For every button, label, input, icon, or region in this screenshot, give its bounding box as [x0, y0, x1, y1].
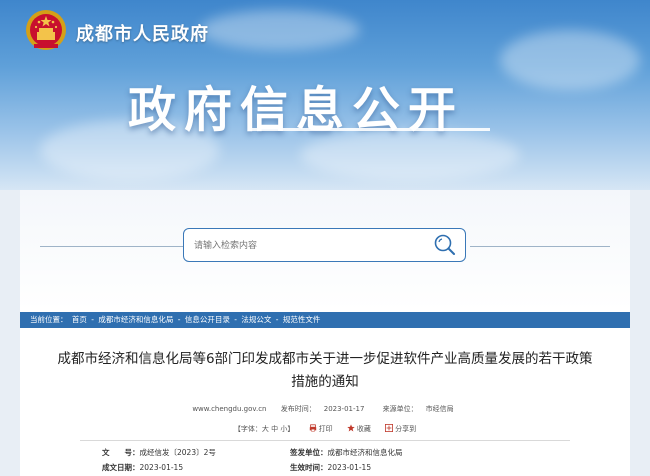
article-title-line1: 成都市经济和信息化局等6部门印发成都市关于进一步促进软件产业高质量发展的若干政策	[57, 351, 593, 367]
breadcrumb-item-regulations[interactable]: 法规公文	[241, 315, 271, 324]
favorite-label: 收藏	[356, 425, 371, 433]
doc-number: 文 号：成经信发〔2023〕2号	[102, 447, 216, 458]
divider	[80, 440, 570, 441]
doc-date-label: 成文日期：	[102, 463, 140, 472]
effective-date: 生效时间：2023-01-15	[290, 462, 371, 473]
article-tools: 【字体：大 中 小】 打印 收藏 分享到	[20, 424, 630, 434]
print-label: 打印	[318, 425, 333, 433]
search-input[interactable]	[192, 235, 426, 257]
search-area	[20, 190, 630, 310]
printer-icon	[309, 424, 316, 432]
breadcrumb: 当前位置： 首页 - 成都市经济和信息化局 - 信息公开目录 - 法规公文 - …	[20, 312, 630, 328]
breadcrumb-separator: -	[91, 315, 97, 324]
breadcrumb-prefix: 当前位置：	[30, 315, 68, 324]
star-icon	[347, 424, 355, 432]
meta-site: www.chengdu.gov.cn	[192, 405, 267, 413]
meta-publish-date: 2023-01-17	[323, 405, 365, 413]
favorite-button[interactable]: 收藏	[347, 424, 371, 434]
breadcrumb-separator: -	[234, 315, 240, 324]
search-icon[interactable]	[432, 232, 458, 258]
issuer-value: 成都市经济和信息化局	[327, 448, 403, 457]
meta-source: 市经信局	[425, 405, 454, 413]
header-banner: 成都市人民政府 政府信息公开	[0, 0, 650, 190]
doc-number-label: 文 号：	[102, 448, 140, 457]
search-divider-right	[470, 246, 610, 247]
article-meta: www.chengdu.gov.cn 发布时间： 2023-01-17 来源单位：…	[20, 404, 630, 414]
doc-date: 成文日期：2023-01-15	[102, 462, 183, 473]
issuer: 签发单位：成都市经济和信息化局	[290, 447, 403, 458]
article-title-line2: 措施的通知	[291, 374, 359, 390]
banner-underline	[252, 128, 490, 131]
breadcrumb-separator: -	[177, 315, 183, 324]
search-box	[183, 228, 466, 262]
site-title[interactable]: 成都市人民政府	[76, 20, 209, 46]
issuer-label: 签发单位：	[290, 448, 328, 457]
breadcrumb-item-bureau[interactable]: 成都市经济和信息化局	[98, 315, 173, 324]
effective-date-label: 生效时间：	[290, 463, 328, 472]
breadcrumb-separator: -	[275, 315, 281, 324]
print-button[interactable]: 打印	[309, 424, 333, 434]
share-button[interactable]: 分享到	[385, 424, 416, 434]
effective-date-value: 2023-01-15	[327, 463, 372, 472]
breadcrumb-item-catalog[interactable]: 信息公开目录	[185, 315, 230, 324]
doc-number-value: 成经信发〔2023〕2号	[139, 448, 216, 457]
doc-date-value: 2023-01-15	[139, 463, 184, 472]
article-title: 成都市经济和信息化局等6部门印发成都市关于进一步促进软件产业高质量发展的若干政策…	[40, 348, 610, 394]
national-emblem-icon[interactable]	[24, 8, 68, 52]
share-label: 分享到	[395, 425, 417, 433]
share-icon	[385, 424, 394, 432]
search-divider-left	[40, 246, 202, 247]
meta-publish-label: 发布时间：	[280, 405, 316, 413]
breadcrumb-item-normative[interactable]: 规范性文件	[283, 315, 321, 324]
font-size-selector[interactable]: 【字体：大 中 小】	[234, 424, 294, 434]
meta-source-label: 来源单位：	[382, 405, 418, 413]
breadcrumb-item-home[interactable]: 首页	[72, 315, 87, 324]
content-card: 当前位置： 首页 - 成都市经济和信息化局 - 信息公开目录 - 法规公文 - …	[20, 190, 630, 476]
